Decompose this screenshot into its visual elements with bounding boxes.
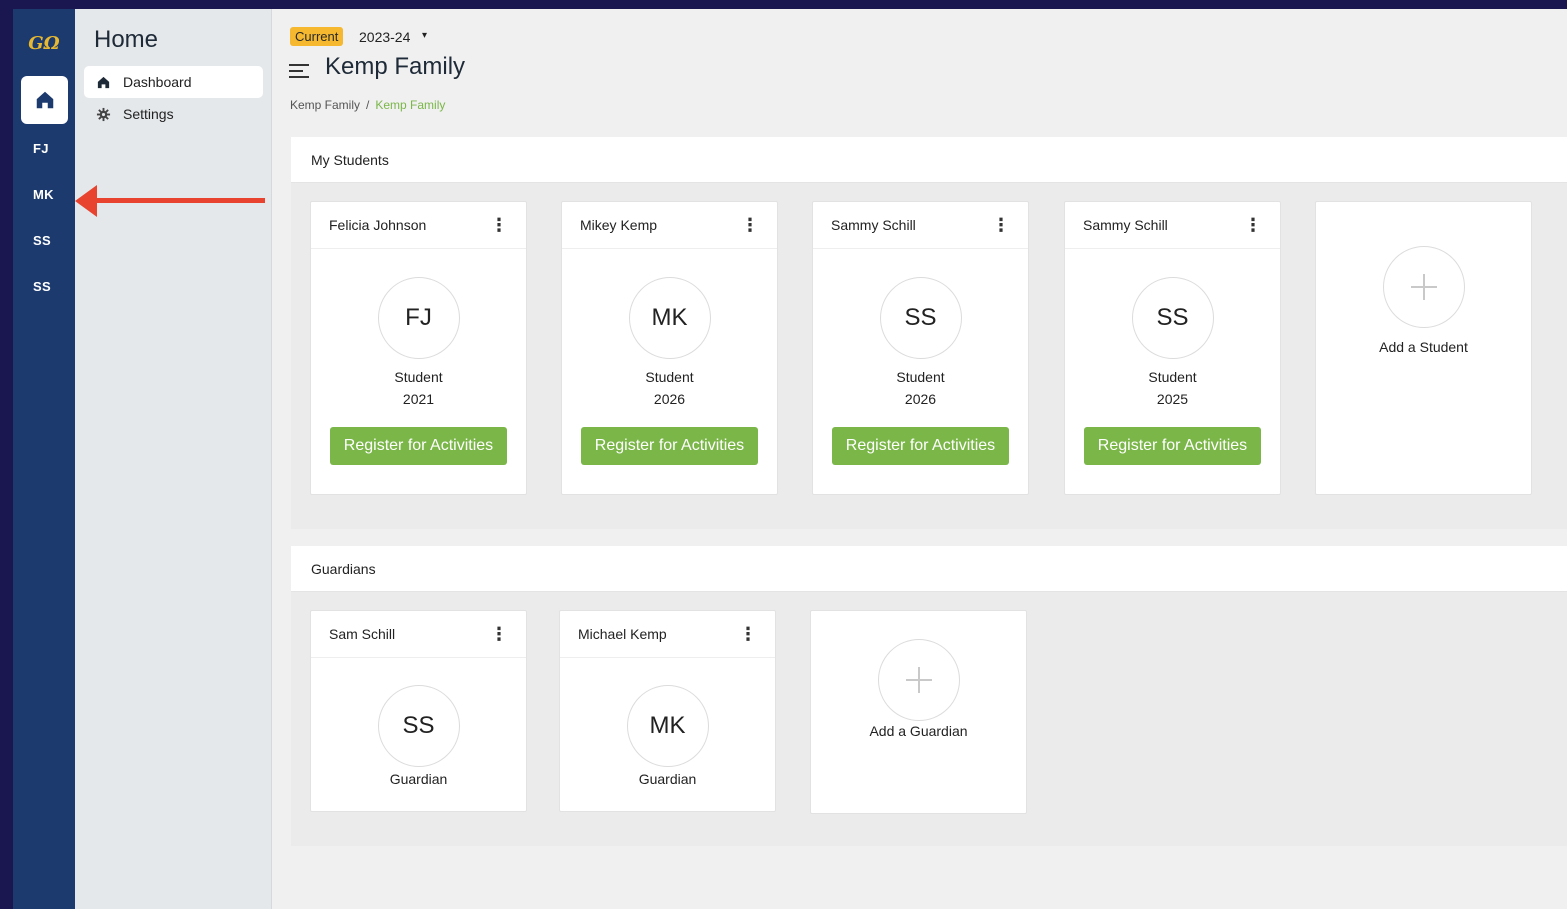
student-name: Sammy Schill bbox=[831, 217, 916, 233]
home-icon bbox=[97, 76, 110, 88]
avatar[interactable]: SS bbox=[879, 277, 962, 359]
breadcrumb-root[interactable]: Kemp Family bbox=[290, 98, 360, 112]
student-card: Sammy Schill ⋮ SS Student 2025 Register … bbox=[1064, 201, 1281, 495]
annotation-arrow-icon bbox=[75, 185, 265, 217]
gear-icon bbox=[96, 107, 111, 121]
guardians-section-title: Guardians bbox=[291, 546, 1567, 592]
student-card: Felicia Johnson ⋮ FJ Student 2021 Regist… bbox=[310, 201, 527, 495]
register-activities-button[interactable]: Register for Activities bbox=[832, 427, 1009, 465]
guardian-role: Guardian bbox=[389, 771, 448, 787]
student-grad-year: 2026 bbox=[904, 391, 937, 407]
add-student-card[interactable]: Add a Student bbox=[1315, 201, 1532, 495]
avatar[interactable]: SS bbox=[1131, 277, 1214, 359]
breadcrumb: Kemp Family / Kemp Family bbox=[290, 98, 445, 112]
students-panel: My Students Felicia Johnson ⋮ FJ Student… bbox=[291, 137, 1567, 529]
main-content: Current 2023-24 ▾ Kemp Family Kemp Famil… bbox=[272, 9, 1567, 909]
avatar[interactable]: FJ bbox=[377, 277, 460, 359]
students-section-title: My Students bbox=[291, 137, 1567, 183]
app-window: GΩ FJ MK SS SS Home Dashboard Settings C… bbox=[13, 9, 1567, 909]
more-options-icon[interactable]: ⋮ bbox=[739, 625, 757, 643]
current-term-badge: Current bbox=[290, 27, 344, 46]
more-options-icon[interactable]: ⋮ bbox=[992, 216, 1010, 234]
sidebar-item-settings[interactable]: Settings bbox=[84, 98, 263, 130]
add-guardian-button[interactable] bbox=[877, 639, 960, 721]
rail-item-ss-2[interactable]: SS bbox=[13, 279, 75, 294]
breadcrumb-current[interactable]: Kemp Family bbox=[375, 98, 445, 112]
rail-item-fj[interactable]: FJ bbox=[13, 141, 75, 156]
sidebar-item-label: Settings bbox=[123, 106, 174, 122]
student-card: Sammy Schill ⋮ SS Student 2026 Register … bbox=[812, 201, 1029, 495]
guardian-card: Michael Kemp ⋮ MK Guardian bbox=[559, 610, 776, 812]
add-guardian-card[interactable]: Add a Guardian bbox=[810, 610, 1027, 814]
icon-rail: GΩ FJ MK SS SS bbox=[13, 9, 75, 909]
rail-item-mk[interactable]: MK bbox=[13, 187, 75, 202]
page-title: Kemp Family bbox=[325, 53, 466, 80]
student-role: Student bbox=[645, 369, 694, 385]
sidebar-title: Home bbox=[94, 26, 159, 53]
sidebar-item-dashboard[interactable]: Dashboard bbox=[84, 66, 263, 98]
student-name: Felicia Johnson bbox=[329, 217, 427, 233]
student-card: Mikey Kemp ⋮ MK Student 2026 Register fo… bbox=[561, 201, 778, 495]
more-options-icon[interactable]: ⋮ bbox=[490, 625, 508, 643]
student-role: Student bbox=[394, 369, 443, 385]
guardian-role: Guardian bbox=[638, 771, 697, 787]
add-guardian-label[interactable]: Add a Guardian bbox=[811, 723, 1026, 739]
avatar[interactable]: MK bbox=[626, 685, 709, 767]
term-year-selector[interactable]: 2023-24 bbox=[359, 29, 410, 45]
avatar[interactable]: MK bbox=[628, 277, 711, 359]
student-role: Student bbox=[896, 369, 945, 385]
school-logo[interactable]: GΩ bbox=[27, 27, 61, 61]
rail-item-ss-1[interactable]: SS bbox=[13, 233, 75, 248]
plus-icon bbox=[1410, 274, 1437, 300]
student-name: Sammy Schill bbox=[1083, 217, 1168, 233]
more-options-icon[interactable]: ⋮ bbox=[490, 216, 508, 234]
menu-icon[interactable] bbox=[289, 63, 311, 79]
register-activities-button[interactable]: Register for Activities bbox=[330, 427, 507, 465]
chevron-down-icon[interactable]: ▾ bbox=[422, 30, 427, 41]
student-grad-year: 2025 bbox=[1156, 391, 1189, 407]
register-activities-button[interactable]: Register for Activities bbox=[581, 427, 758, 465]
guardian-name: Michael Kemp bbox=[578, 626, 667, 642]
add-student-button[interactable] bbox=[1382, 246, 1465, 328]
more-options-icon[interactable]: ⋮ bbox=[741, 216, 759, 234]
home-icon bbox=[36, 91, 53, 109]
more-options-icon[interactable]: ⋮ bbox=[1244, 216, 1262, 234]
student-role: Student bbox=[1148, 369, 1197, 385]
guardian-card: Sam Schill ⋮ SS Guardian bbox=[310, 610, 527, 812]
guardians-panel: Guardians Sam Schill ⋮ SS Guardian Micha… bbox=[291, 546, 1567, 846]
add-student-label[interactable]: Add a Student bbox=[1316, 339, 1531, 355]
home-sidebar: Home Dashboard Settings bbox=[75, 9, 272, 909]
student-grad-year: 2021 bbox=[402, 391, 435, 407]
guardian-name: Sam Schill bbox=[329, 626, 396, 642]
rail-home-button[interactable] bbox=[21, 76, 68, 124]
avatar[interactable]: SS bbox=[377, 685, 460, 767]
sidebar-item-label: Dashboard bbox=[123, 74, 192, 90]
student-grad-year: 2026 bbox=[653, 391, 686, 407]
student-name: Mikey Kemp bbox=[580, 217, 658, 233]
plus-icon bbox=[905, 667, 932, 693]
breadcrumb-separator: / bbox=[366, 98, 370, 112]
register-activities-button[interactable]: Register for Activities bbox=[1084, 427, 1261, 465]
